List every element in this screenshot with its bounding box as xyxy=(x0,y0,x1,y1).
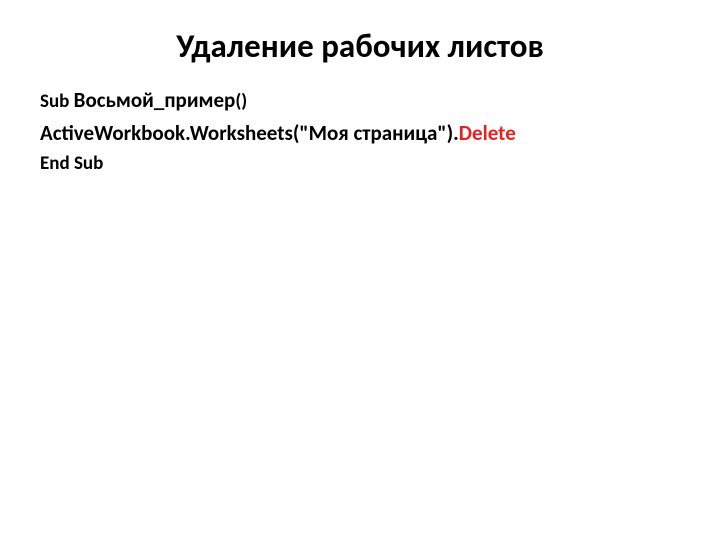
code-line-2: ActiveWorkbook.Worksheets("Моя страница"… xyxy=(40,117,690,150)
code-line-1: Sub Восьмой_пример() xyxy=(40,84,690,117)
code-statement: ActiveWorkbook.Worksheets("Моя страница"… xyxy=(40,120,459,146)
procedure-name: Восьмой_пример xyxy=(74,87,236,113)
procedure-parens: () xyxy=(235,90,247,113)
code-line-3: End Sub xyxy=(40,149,690,178)
slide-title: Удаление рабочих листов xyxy=(0,0,720,84)
keyword-sub: Sub xyxy=(40,90,74,113)
code-method-delete: Delete xyxy=(459,120,516,146)
code-block: Sub Восьмой_пример() ActiveWorkbook.Work… xyxy=(0,84,720,179)
